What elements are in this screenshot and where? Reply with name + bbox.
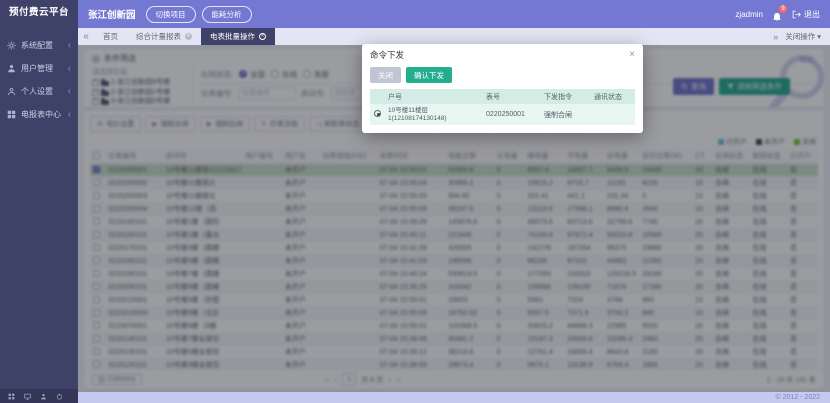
sidebar-item-user-management[interactable]: 用户管理 ‹ (0, 57, 78, 80)
exit-icon (792, 10, 801, 19)
command-cell: 强制合闸 (540, 104, 590, 125)
command-dispatch-modal: 命令下发 × 关闭 确认下发 户号 表号 下发指令 通讯状态 (362, 44, 643, 133)
logout-button[interactable]: 退出 (792, 9, 820, 20)
close-operations-dropdown[interactable]: 关闭操作 ▾ (785, 31, 821, 42)
notification-badge: 9 (779, 5, 787, 13)
power-icon[interactable] (56, 393, 63, 400)
sidebar-item-label: 系统配置 (21, 40, 53, 51)
tab-label: 综合计量报表 (136, 31, 181, 42)
dispatch-row[interactable]: 10号楼11楼层 1(12108174130148) 0220250001 强制… (370, 104, 635, 125)
username[interactable]: zjadmin (735, 10, 763, 19)
tab-bar: « 首页 综合计量报表 × 电表批量操作 × » 关闭操作 ▾ (78, 28, 830, 45)
radio-cell[interactable] (370, 104, 384, 125)
tab-label: 首页 (103, 31, 118, 42)
dispatch-header-row: 户号 表号 下发指令 通讯状态 (370, 89, 635, 104)
meter-cell: 0220250001 (482, 104, 540, 125)
sidebar-item-report-center[interactable]: 电报表中心 ‹ (0, 103, 78, 126)
top-header: 张江创新园 切换项目 能耗分析 zjadmin 9 退出 (78, 0, 830, 28)
notification-bell-icon[interactable]: 9 (772, 9, 783, 20)
apps-icon[interactable] (8, 393, 15, 400)
sidebar: 预付费云平台 系统配置 ‹ 用户管理 ‹ 个人设置 ‹ 电报表中心 ‹ (0, 0, 78, 403)
comm-status-cell (590, 104, 635, 125)
sidebar-nav: 系统配置 ‹ 用户管理 ‹ 个人设置 ‹ 电报表中心 ‹ (0, 34, 78, 126)
modal-buttons: 关闭 确认下发 (370, 67, 635, 83)
tab-metering-report[interactable]: 综合计量报表 × (127, 28, 201, 45)
user-small-icon[interactable] (40, 393, 47, 400)
modal-header: 命令下发 × (370, 49, 635, 61)
project-name: 张江创新园 (88, 7, 136, 21)
tab-close-icon[interactable]: × (185, 33, 192, 40)
person-icon (7, 87, 16, 96)
sidebar-bottom-bar (0, 389, 78, 403)
account-line1: 10号楼11楼层 (388, 107, 478, 115)
close-icon[interactable]: × (629, 50, 635, 60)
screen: 预付费云平台 系统配置 ‹ 用户管理 ‹ 个人设置 ‹ 电报表中心 ‹ (0, 0, 830, 403)
chevron-left-icon: ‹ (68, 42, 71, 50)
tabs-overflow-icon[interactable]: » (773, 32, 778, 42)
chevron-left-icon: ‹ (68, 88, 71, 96)
switch-project-button[interactable]: 切换项目 (146, 6, 196, 23)
modal-title: 命令下发 (370, 49, 404, 61)
sidebar-item-personal-settings[interactable]: 个人设置 ‹ (0, 80, 78, 103)
column-header: 表号 (482, 89, 540, 104)
chevron-left-icon: ‹ (68, 65, 71, 73)
account-cell: 10号楼11楼层 1(12108174130148) (384, 104, 482, 125)
tab-label: 电表批量操作 (210, 31, 255, 42)
user-icon (7, 64, 16, 73)
collapse-tabs-icon[interactable]: « (78, 31, 94, 42)
account-line2: 1(12108174130148) (388, 115, 478, 123)
column-header: 通讯状态 (590, 89, 635, 104)
modal-close-button[interactable]: 关闭 (370, 67, 401, 83)
column-header: 下发指令 (540, 89, 590, 104)
tab-meter-batch-operation[interactable]: 电表批量操作 × (201, 28, 275, 45)
copyright-bar: © 2012 - 2022 (78, 392, 830, 403)
radio-selected-icon[interactable] (374, 110, 381, 117)
sidebar-item-label: 用户管理 (21, 63, 53, 74)
tab-bar-right: » 关闭操作 ▾ (773, 31, 830, 42)
grid-icon (7, 110, 16, 119)
confirm-dispatch-button[interactable]: 确认下发 (406, 67, 452, 83)
header-right: zjadmin 9 退出 (735, 9, 820, 20)
sidebar-item-system-config[interactable]: 系统配置 ‹ (0, 34, 78, 57)
caret-down-icon: ▾ (817, 32, 821, 41)
energy-analysis-button[interactable]: 能耗分析 (202, 6, 252, 23)
gear-icon (7, 41, 16, 50)
dispatch-table: 户号 表号 下发指令 通讯状态 10号楼11楼层 1(1210817413014… (370, 89, 635, 125)
sidebar-item-label: 电报表中心 (21, 109, 61, 120)
column-header: 户号 (384, 89, 482, 104)
sidebar-item-label: 个人设置 (21, 86, 53, 97)
radio-column-header (370, 89, 384, 104)
chevron-left-icon: ‹ (68, 111, 71, 119)
tab-close-icon[interactable]: × (259, 33, 266, 40)
app-logo: 预付费云平台 (0, 0, 78, 26)
logout-label: 退出 (804, 9, 820, 20)
tab-home[interactable]: 首页 (94, 28, 127, 45)
monitor-icon[interactable] (24, 393, 31, 400)
close-operations-label: 关闭操作 (785, 31, 815, 42)
